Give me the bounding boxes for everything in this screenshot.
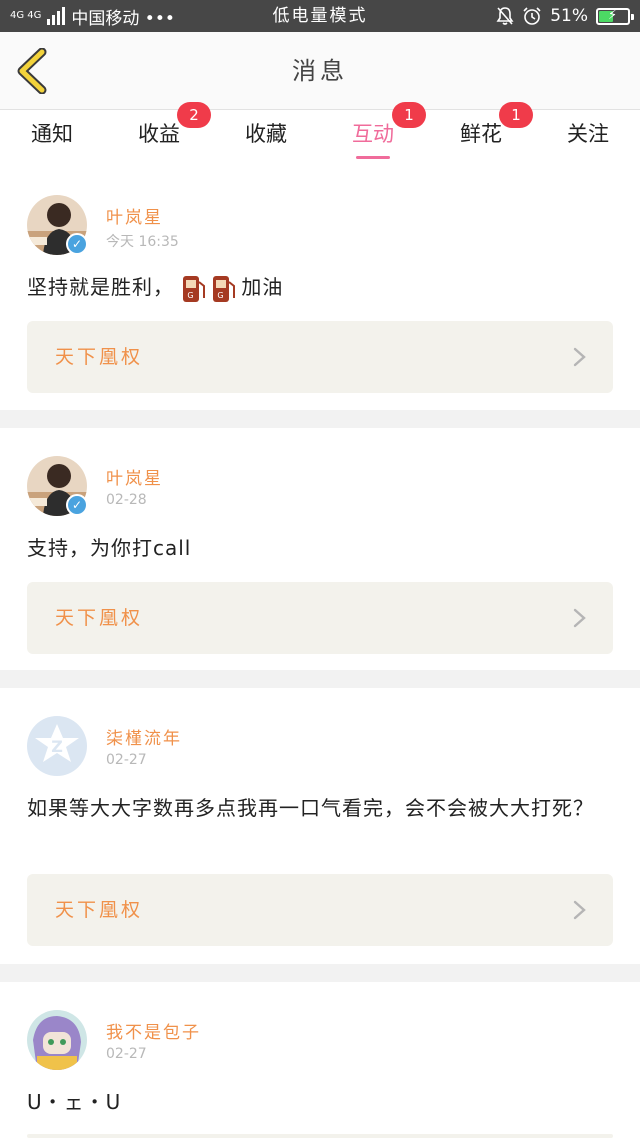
message-card: ✓ 叶岚星 今天 16:35 坚持就是胜利， G G 加油 天下凰权 — [0, 167, 640, 410]
tab-following[interactable]: 关注 — [548, 111, 628, 167]
charging-bolt-icon: ⚡ — [608, 7, 618, 23]
content-text: 加油 — [241, 275, 284, 299]
message-card: ✓ 叶岚星 02-28 支持，为你打call 天下凰权 — [0, 428, 640, 670]
verified-badge-icon: ✓ — [66, 233, 88, 255]
source-link[interactable]: 天下凰权 — [27, 582, 613, 654]
tab-label: 收藏 — [245, 122, 287, 146]
battery-percent: 51% — [550, 6, 588, 26]
chevron-right-icon — [573, 608, 586, 628]
avatar[interactable] — [27, 1010, 87, 1070]
source-title: 天下凰权 — [55, 607, 144, 629]
username[interactable]: 叶岚星 — [106, 203, 163, 228]
card-divider — [0, 670, 640, 688]
chevron-right-icon — [573, 900, 586, 920]
nav-header: 消息 — [0, 32, 640, 110]
tab-favorites[interactable]: 收藏 — [226, 111, 306, 167]
tab-notifications[interactable]: 通知 — [12, 111, 92, 167]
message-card: 我不是包子 02-27 U・ェ・U — [0, 982, 640, 1138]
source-title: 天下凰权 — [55, 899, 144, 921]
card-divider — [0, 964, 640, 982]
username[interactable]: 叶岚星 — [106, 464, 163, 489]
alarm-clock-icon — [523, 7, 541, 25]
unread-badge: 1 — [499, 102, 533, 128]
source-title: 天下凰权 — [55, 346, 144, 368]
avatar[interactable]: Z — [27, 716, 87, 776]
source-link[interactable]: 天下凰权 — [27, 321, 613, 393]
svg-text:G: G — [218, 291, 225, 300]
status-bar: 4G 4G 中国移动 ••• 低电量模式 51% ⚡ — [0, 0, 640, 32]
message-time: 02-27 — [106, 1046, 147, 1062]
unread-badge: 1 — [392, 102, 426, 128]
status-right: 51% ⚡ — [496, 0, 634, 32]
verified-badge-icon: ✓ — [66, 494, 88, 516]
username[interactable]: 我不是包子 — [106, 1018, 201, 1043]
page-title: 消息 — [292, 57, 348, 85]
bell-muted-icon — [496, 7, 514, 25]
source-link[interactable] — [27, 1134, 613, 1138]
message-time: 今天 16:35 — [106, 234, 179, 250]
chevron-right-icon — [573, 347, 586, 367]
tab-label: 关注 — [567, 122, 609, 146]
tab-label: 互动 — [352, 122, 394, 146]
tab-label: 收益 — [138, 122, 180, 146]
content-text: 坚持就是胜利， — [27, 275, 174, 299]
message-content: 支持，为你打call — [27, 536, 192, 560]
message-card: Z 柒槿流年 02-27 如果等大大字数再多点我再一口气看完，会不会被大大打死？… — [0, 688, 640, 964]
svg-text:G: G — [188, 291, 195, 300]
tab-bar: 通知 收益 2 收藏 互动 1 鲜花 1 关注 — [0, 102, 640, 167]
message-time: 02-27 — [106, 752, 147, 768]
tab-label: 通知 — [31, 122, 73, 146]
battery-icon: ⚡ — [596, 7, 634, 25]
username[interactable]: 柒槿流年 — [106, 724, 182, 749]
gas-pump-icon: G — [213, 275, 236, 302]
tab-flowers[interactable]: 鲜花 1 — [441, 102, 533, 167]
tab-earnings[interactable]: 收益 2 — [119, 102, 211, 167]
tab-label: 鲜花 — [460, 122, 502, 146]
svg-text:Z: Z — [51, 737, 63, 756]
active-tab-indicator — [356, 156, 390, 159]
message-content: 坚持就是胜利， G G 加油 — [27, 271, 617, 304]
default-avatar-icon: Z — [27, 716, 87, 776]
message-content: U・ェ・U — [27, 1090, 122, 1114]
source-link[interactable]: 天下凰权 — [27, 874, 613, 946]
gas-pump-icon: G — [183, 275, 206, 302]
card-divider — [0, 410, 640, 428]
unread-badge: 2 — [177, 102, 211, 128]
tab-interactions[interactable]: 互动 1 — [333, 102, 426, 167]
message-time: 02-28 — [106, 492, 147, 508]
message-content: 如果等大大字数再多点我再一口气看完，会不会被大大打死？ — [27, 796, 594, 820]
